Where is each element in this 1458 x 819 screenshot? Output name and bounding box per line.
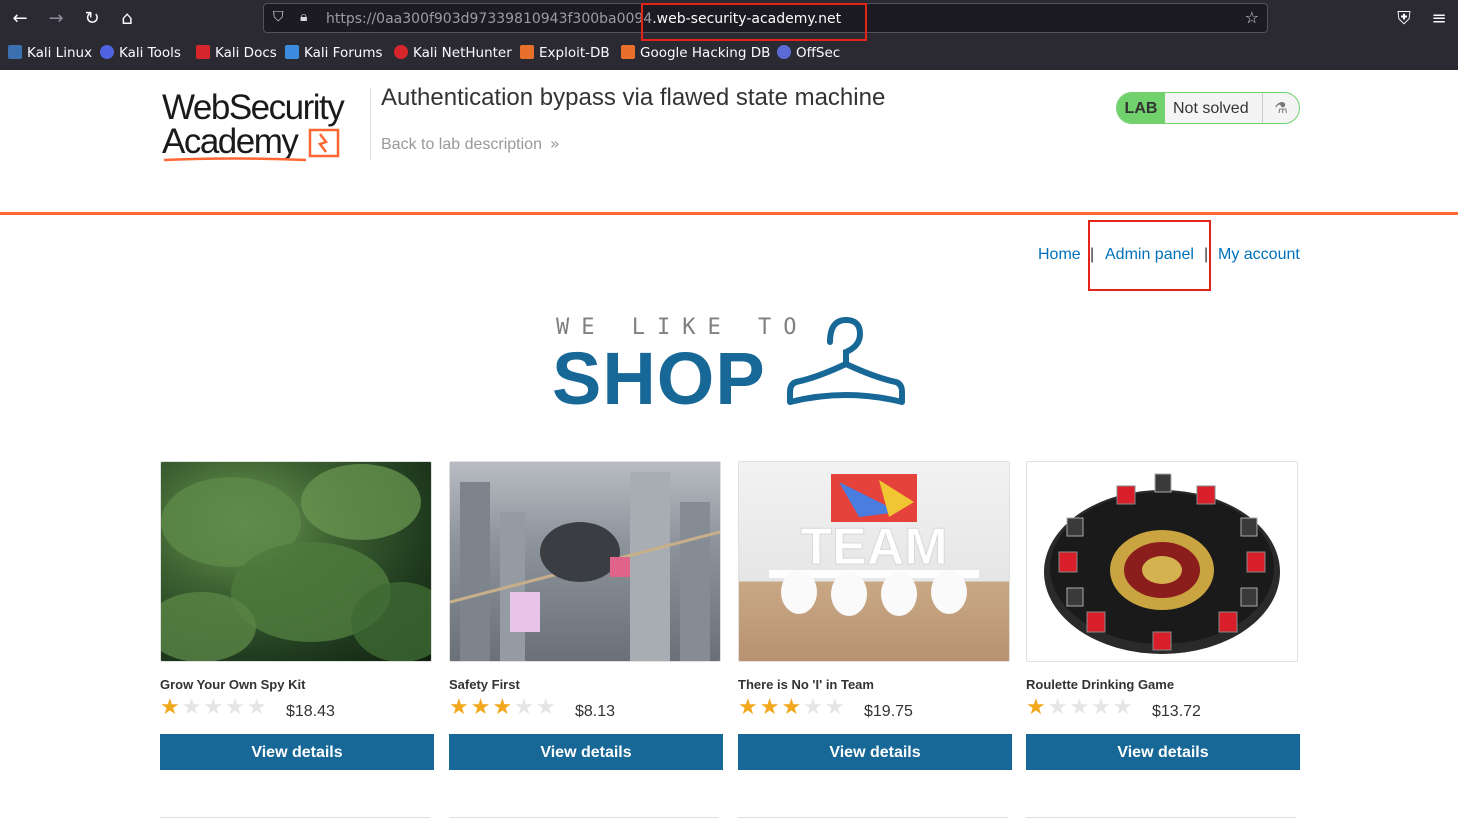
leaves-image (161, 464, 431, 661)
bookmark-label: Kali NetHunter (413, 45, 512, 61)
url-origin: https://0aa300f903d97339810943f300ba0094 (326, 11, 653, 27)
back-icon[interactable]: ← (7, 6, 33, 32)
product-name: Safety First (449, 677, 520, 692)
next-row-card-edge (738, 817, 1008, 818)
product-price: $13.72 (1152, 703, 1201, 720)
bookmark-kali-docs[interactable]: Kali Docs (196, 45, 277, 61)
academy-logo[interactable]: WebSecurity Academy (162, 88, 362, 164)
rating-stars: ★★★★★ (449, 695, 558, 720)
product-price: $8.13 (575, 703, 616, 720)
bookmark-label: Kali Forums (304, 45, 383, 61)
product-image (449, 461, 721, 662)
header-accent-bar (0, 212, 1458, 215)
bookmark-kali-nethunter[interactable]: Kali NetHunter (394, 45, 512, 61)
account-nav: Home | Admin panel | My account (0, 246, 1458, 266)
bookmarks-bar: Kali Linux Kali Tools Kali Docs Kali For… (0, 42, 1458, 66)
bookmark-label: Google Hacking DB (640, 45, 771, 61)
product-image (160, 461, 432, 662)
next-row-card-edge (160, 817, 430, 818)
product-card: Roulette Drinking Game ★★★★★ $13.72 View… (1026, 461, 1300, 781)
lab-title: Authentication bypass via flawed state m… (381, 84, 886, 111)
bookmark-kali-forums[interactable]: Kali Forums (285, 45, 383, 61)
product-name: There is No 'I' in Team (738, 677, 874, 692)
home-icon[interactable]: ⌂ (114, 6, 140, 32)
url-annotation-box (641, 3, 867, 41)
product-price: $19.75 (864, 703, 913, 720)
bookmark-label: OffSec (796, 45, 841, 61)
forward-icon[interactable]: → (43, 6, 69, 32)
lab-status-text: Not solved (1173, 100, 1249, 117)
bookmark-label: Kali Linux (27, 45, 93, 61)
menu-icon[interactable]: ≡ (1426, 6, 1452, 32)
flask-icon: ⚗ (1262, 93, 1299, 123)
view-details-button[interactable]: View details (160, 734, 434, 770)
back-link-label: Back to lab description (381, 136, 542, 153)
rating-stars: ★★★★★ (160, 695, 269, 720)
product-price: $18.43 (286, 703, 335, 720)
bookmark-label: Exploit-DB (539, 45, 610, 61)
next-row-card-edge (1026, 817, 1296, 818)
product-name: Grow Your Own Spy Kit (160, 677, 306, 692)
view-details-button[interactable]: View details (738, 734, 1012, 770)
bookmark-label: Kali Tools (119, 45, 181, 61)
pocket-icon[interactable]: ⛨ (1391, 6, 1417, 32)
lab-status-badge: LAB Not solved ⚗ (1116, 92, 1300, 124)
logo-underline-icon (163, 157, 307, 162)
lab-badge-label: LAB (1117, 93, 1165, 123)
nav-home-link[interactable]: Home (1038, 246, 1081, 264)
bookmark-kali-linux[interactable]: Kali Linux (8, 45, 92, 61)
shield-icon[interactable]: ⛉ (273, 9, 284, 25)
reload-icon[interactable]: ↻ (79, 6, 105, 32)
hanger-icon (787, 316, 905, 405)
back-to-lab-link[interactable]: Back to lab description » (381, 134, 560, 154)
bookmark-offsec[interactable]: OffSec (777, 45, 840, 61)
admin-annotation-box (1088, 220, 1211, 291)
product-image (1026, 461, 1298, 662)
view-details-button[interactable]: View details (449, 734, 723, 770)
svg-text:TEAM: TEAM (800, 518, 947, 576)
star-icon[interactable]: ☆ (1245, 8, 1259, 27)
bookmark-google-hacking-db[interactable]: Google Hacking DB (621, 45, 770, 61)
logo-mark-icon (308, 128, 340, 158)
team-room-image: TEAM (769, 474, 979, 616)
banner-title: SHOP (552, 337, 766, 420)
bookmark-exploit-db[interactable]: Exploit-DB (520, 45, 610, 61)
product-image: TEAM (738, 461, 1010, 662)
rating-stars: ★★★★★ (738, 695, 847, 720)
bookmark-kali-tools[interactable]: Kali Tools (100, 45, 181, 61)
nav-my-account-link[interactable]: My account (1218, 246, 1300, 264)
bookmark-label: Kali Docs (215, 45, 277, 61)
product-card: Safety First ★★★★★ $8.13 View details (449, 461, 723, 781)
double-chevron-icon: » (549, 134, 560, 153)
browser-chrome: ← → ↻ ⌂ ⛉ 🔒︎ https://0aa300f903d97339810… (0, 0, 1458, 70)
product-name: Roulette Drinking Game (1026, 677, 1175, 692)
roulette-image (1044, 473, 1280, 654)
lock-icon[interactable]: 🔒︎ (300, 9, 307, 25)
view-details-button[interactable]: View details (1026, 734, 1300, 770)
rating-stars: ★★★★★ (1026, 695, 1135, 720)
header-divider (370, 88, 371, 160)
next-row-card-edge (449, 817, 719, 818)
product-card: TEAM There is No 'I' in Team ★★★★★ $19.7… (738, 461, 1012, 781)
product-card: Grow Your Own Spy Kit ★★★★★ $18.43 View … (160, 461, 434, 781)
city-climber-image (450, 472, 720, 661)
